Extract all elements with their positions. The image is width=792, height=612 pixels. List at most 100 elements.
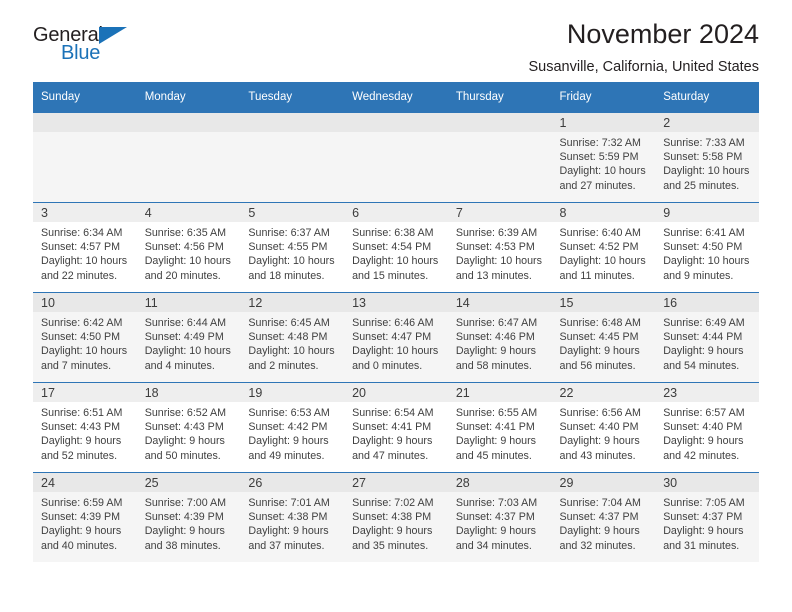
calendar-day-cell[interactable]: 28 Sunrise: 7:03 AM Sunset: 4:37 PM Dayligh… — [447, 472, 552, 562]
calendar-day-cell[interactable]: 4 Sunrise: 6:35 AM Sunset: 4:56 PM Daylight… — [136, 202, 241, 292]
sunset-time: Sunset: 4:40 PM — [559, 421, 639, 434]
day-cell-inner: 13 Sunrise: 6:46 AM Sunset: 4:47 PM Dayligh… — [344, 292, 448, 382]
sunrise-time: Sunrise: 6:37 AM — [248, 227, 330, 239]
calendar-day-cell-empty — [240, 112, 345, 202]
calendar-day-cell[interactable]: 27 Sunrise: 7:02 AM Sunset: 4:38 PM Dayligh… — [344, 472, 448, 562]
calendar-day-cell[interactable]: 6 Sunrise: 6:38 AM Sunset: 4:54 PM Daylight… — [344, 202, 448, 292]
calendar-day-cell[interactable]: 10 Sunrise: 6:42 AM Sunset: 4:50 PM Dayligh… — [33, 292, 137, 382]
daylight-duration-line2: and 0 minutes. — [352, 359, 423, 372]
calendar-day-cell[interactable]: 15 Sunrise: 6:48 AM Sunset: 4:45 PM Dayligh… — [551, 292, 656, 382]
day-cell-inner: 11 Sunrise: 6:44 AM Sunset: 4:49 PM Dayligh… — [136, 292, 241, 382]
sunset-time: Sunset: 4:54 PM — [352, 241, 432, 254]
sunset-time: Sunset: 4:46 PM — [455, 331, 535, 344]
calendar-day-cell[interactable]: 30 Sunrise: 7:05 AM Sunset: 4:37 PM Dayligh… — [655, 472, 759, 562]
calendar-day-cell[interactable]: 2 Sunrise: 7:33 AM Sunset: 5:58 PM Daylight… — [655, 112, 759, 202]
calendar-day-cell[interactable]: 19 Sunrise: 6:53 AM Sunset: 4:42 PM Dayligh… — [240, 382, 345, 472]
day-number: 24 — [33, 472, 137, 492]
day-details: Sunrise: 6:45 AM Sunset: 4:48 PM Daylight:… — [240, 312, 344, 373]
sunset-time: Sunset: 4:50 PM — [41, 331, 121, 344]
sunset-time: Sunset: 4:53 PM — [455, 241, 535, 254]
daylight-duration-line2: and 31 minutes. — [663, 539, 740, 552]
calendar-day-cell[interactable]: 1 Sunrise: 7:32 AM Sunset: 5:59 PM Daylight… — [551, 112, 656, 202]
daylight-duration-line1: Daylight: 10 hours — [559, 255, 646, 268]
day-number: 9 — [655, 202, 759, 222]
day-number: 16 — [655, 292, 759, 312]
calendar-day-cell[interactable]: 21 Sunrise: 6:55 AM Sunset: 4:41 PM Dayligh… — [447, 382, 552, 472]
sunrise-time: Sunrise: 7:04 AM — [559, 497, 641, 509]
calendar-day-cell[interactable]: 25 Sunrise: 7:00 AM Sunset: 4:39 PM Dayligh… — [136, 472, 241, 562]
calendar-day-cell[interactable]: 23 Sunrise: 6:57 AM Sunset: 4:40 PM Dayligh… — [655, 382, 759, 472]
sunset-time: Sunset: 4:44 PM — [663, 331, 743, 344]
day-details: Sunrise: 6:41 AM Sunset: 4:50 PM Daylight:… — [655, 222, 759, 283]
day-number: 23 — [655, 382, 759, 402]
calendar-day-cell[interactable]: 24 Sunrise: 6:59 AM Sunset: 4:39 PM Dayligh… — [33, 472, 137, 562]
sunrise-time: Sunrise: 6:51 AM — [41, 407, 123, 419]
calendar-day-cell[interactable]: 18 Sunrise: 6:52 AM Sunset: 4:43 PM Dayligh… — [136, 382, 241, 472]
day-cell-inner: 5 Sunrise: 6:37 AM Sunset: 4:55 PM Daylight… — [240, 202, 345, 292]
daylight-duration-line2: and 38 minutes. — [144, 539, 221, 552]
daylight-duration-line2: and 32 minutes. — [559, 539, 636, 552]
calendar-day-cell[interactable]: 8 Sunrise: 6:40 AM Sunset: 4:52 PM Daylight… — [551, 202, 656, 292]
calendar-day-cell[interactable]: 14 Sunrise: 6:47 AM Sunset: 4:46 PM Dayligh… — [447, 292, 552, 382]
day-details: Sunrise: 6:52 AM Sunset: 4:43 PM Daylight:… — [137, 402, 241, 463]
day-cell-inner: 18 Sunrise: 6:52 AM Sunset: 4:43 PM Dayligh… — [136, 382, 241, 472]
day-details: Sunrise: 6:38 AM Sunset: 4:54 PM Daylight:… — [344, 222, 448, 283]
day-number: 28 — [447, 472, 552, 492]
day-number: 18 — [136, 382, 241, 402]
daylight-duration-line2: and 49 minutes. — [248, 449, 325, 462]
calendar-day-cell[interactable]: 17 Sunrise: 6:51 AM Sunset: 4:43 PM Dayligh… — [33, 382, 137, 472]
calendar-day-cell[interactable]: 5 Sunrise: 6:37 AM Sunset: 4:55 PM Daylight… — [240, 202, 345, 292]
day-details: Sunrise: 7:04 AM Sunset: 4:37 PM Daylight:… — [552, 492, 656, 553]
calendar-day-cell[interactable]: 11 Sunrise: 6:44 AM Sunset: 4:49 PM Dayligh… — [136, 292, 241, 382]
day-number — [447, 112, 552, 132]
location-subtitle: Susanville, California, United States — [528, 59, 759, 75]
sunset-time: Sunset: 4:41 PM — [455, 421, 535, 434]
day-cell-inner: 6 Sunrise: 6:38 AM Sunset: 4:54 PM Daylight… — [344, 202, 448, 292]
sunrise-time: Sunrise: 6:39 AM — [455, 227, 538, 239]
calendar-day-cell[interactable]: 9 Sunrise: 6:41 AM Sunset: 4:50 PM Daylight… — [655, 202, 759, 292]
daylight-duration-line2: and 35 minutes. — [352, 539, 429, 552]
calendar-day-cell[interactable]: 7 Sunrise: 6:39 AM Sunset: 4:53 PM Daylight… — [447, 202, 552, 292]
weekday-header-tuesday: Tuesday — [240, 82, 345, 112]
sunset-time: Sunset: 4:47 PM — [352, 331, 432, 344]
day-cell-inner — [447, 112, 552, 202]
daylight-duration-line2: and 43 minutes. — [559, 449, 636, 462]
calendar-day-cell[interactable]: 26 Sunrise: 7:01 AM Sunset: 4:38 PM Dayligh… — [240, 472, 345, 562]
daylight-duration-line2: and 25 minutes. — [663, 179, 740, 192]
daylight-duration-line1: Daylight: 9 hours — [41, 525, 122, 538]
day-cell-inner: 8 Sunrise: 6:40 AM Sunset: 4:52 PM Daylight… — [551, 202, 656, 292]
calendar-day-cell[interactable]: 20 Sunrise: 6:54 AM Sunset: 4:41 PM Dayligh… — [344, 382, 448, 472]
day-cell-inner: 24 Sunrise: 6:59 AM Sunset: 4:39 PM Dayligh… — [33, 472, 137, 562]
calendar-day-cell[interactable]: 3 Sunrise: 6:34 AM Sunset: 4:57 PM Daylight… — [33, 202, 137, 292]
calendar-day-cell[interactable]: 16 Sunrise: 6:49 AM Sunset: 4:44 PM Dayligh… — [655, 292, 759, 382]
sunset-time: Sunset: 4:43 PM — [144, 421, 224, 434]
sunrise-time: Sunrise: 7:05 AM — [663, 497, 745, 509]
day-number: 14 — [447, 292, 552, 312]
daylight-duration-line2: and 54 minutes. — [663, 359, 740, 372]
sunrise-time: Sunrise: 6:48 AM — [559, 317, 641, 329]
day-details: Sunrise: 6:35 AM Sunset: 4:56 PM Daylight:… — [137, 222, 241, 283]
day-details: Sunrise: 6:40 AM Sunset: 4:52 PM Daylight:… — [552, 222, 656, 283]
daylight-duration-line1: Daylight: 9 hours — [144, 435, 225, 448]
calendar-day-cell[interactable]: 29 Sunrise: 7:04 AM Sunset: 4:37 PM Dayligh… — [551, 472, 656, 562]
calendar-day-cell[interactable]: 13 Sunrise: 6:46 AM Sunset: 4:47 PM Dayligh… — [344, 292, 448, 382]
day-details: Sunrise: 6:42 AM Sunset: 4:50 PM Daylight:… — [33, 312, 137, 373]
calendar-day-cell[interactable]: 22 Sunrise: 6:56 AM Sunset: 4:40 PM Dayligh… — [551, 382, 656, 472]
day-details: Sunrise: 7:00 AM Sunset: 4:39 PM Daylight:… — [137, 492, 241, 553]
sunset-time: Sunset: 4:39 PM — [144, 511, 224, 524]
calendar-day-cell[interactable]: 12 Sunrise: 6:45 AM Sunset: 4:48 PM Dayligh… — [240, 292, 345, 382]
daylight-duration-line2: and 22 minutes. — [41, 269, 118, 282]
sunset-time: Sunset: 4:37 PM — [663, 511, 743, 524]
day-cell-inner: 9 Sunrise: 6:41 AM Sunset: 4:50 PM Daylight… — [655, 202, 759, 292]
day-details: Sunrise: 6:34 AM Sunset: 4:57 PM Daylight:… — [33, 222, 137, 283]
logo-text-blue: Blue — [61, 42, 101, 64]
sunset-time: Sunset: 4:38 PM — [352, 511, 432, 524]
sunset-time: Sunset: 4:50 PM — [663, 241, 743, 254]
daylight-duration-line1: Daylight: 9 hours — [352, 525, 433, 538]
day-number: 2 — [655, 112, 759, 132]
day-cell-inner: 19 Sunrise: 6:53 AM Sunset: 4:42 PM Dayligh… — [240, 382, 345, 472]
day-cell-inner: 28 Sunrise: 7:03 AM Sunset: 4:37 PM Dayligh… — [447, 472, 552, 562]
daylight-duration-line1: Daylight: 9 hours — [248, 435, 329, 448]
sunset-time: Sunset: 4:43 PM — [41, 421, 121, 434]
day-number: 6 — [344, 202, 448, 222]
